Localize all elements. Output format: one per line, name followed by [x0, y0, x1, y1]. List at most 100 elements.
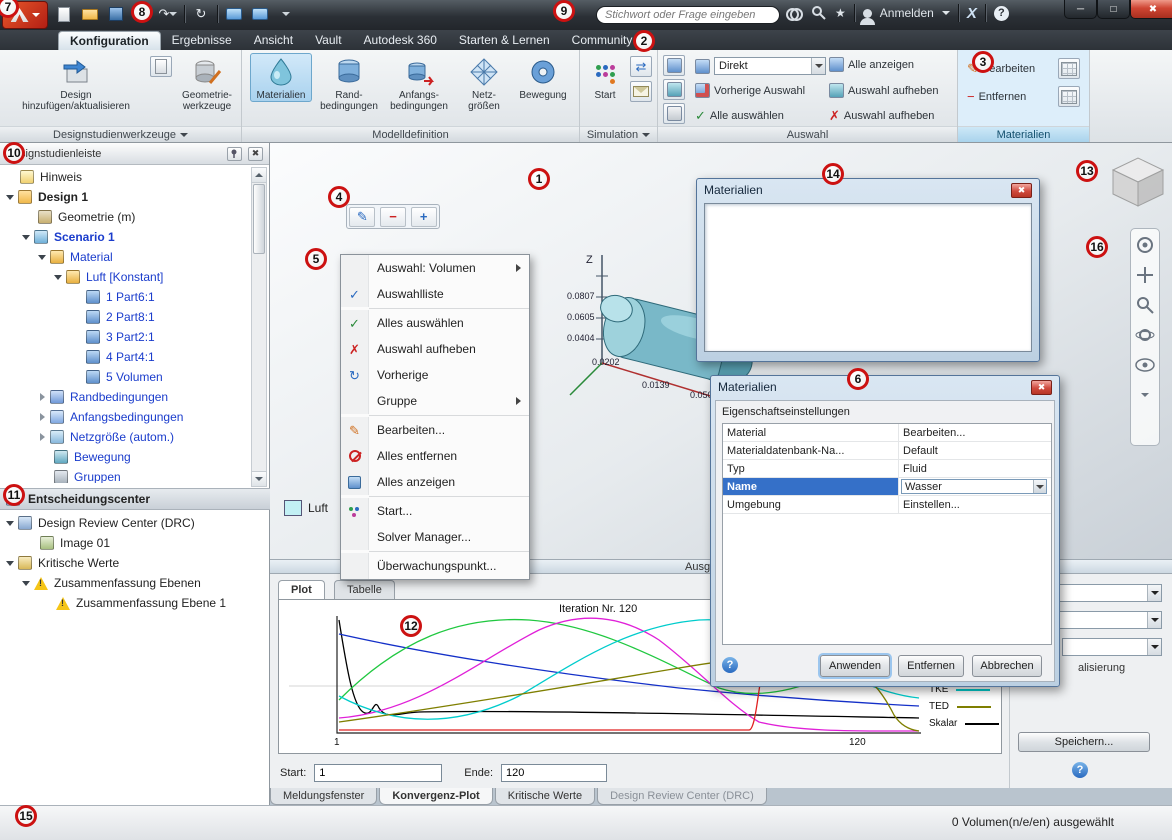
property-row-umgebung[interactable]: Umgebung Einstellen...: [723, 496, 1051, 514]
open-file-button[interactable]: [80, 4, 100, 24]
workspace-toggle-button[interactable]: [224, 4, 244, 24]
scrollbar-thumb[interactable]: [253, 184, 265, 254]
expander-open-icon[interactable]: [4, 191, 16, 203]
edit-design-button[interactable]: [150, 56, 172, 77]
group-label-modelldefinition[interactable]: Modelldefinition: [242, 126, 579, 142]
expander-open-icon[interactable]: [20, 577, 32, 589]
close-panel-button[interactable]: ✖: [248, 146, 263, 161]
solver-manager-button[interactable]: ⇄: [630, 56, 652, 77]
tab-vault[interactable]: Vault: [304, 31, 352, 50]
tree-item-scenario-1[interactable]: Scenario 1: [0, 227, 250, 247]
expander-open-icon[interactable]: [36, 251, 48, 263]
tree-item-netzgroesse[interactable]: Netzgröße (autom.): [0, 427, 250, 447]
tab-tabelle[interactable]: Tabelle: [334, 580, 395, 599]
tree-item-volumen[interactable]: 5 Volumen: [0, 367, 250, 387]
tree-item-anfangsbedingungen[interactable]: Anfangsbedingungen: [0, 407, 250, 427]
add-design-button[interactable]: Design hinzufügen/aktualisieren: [6, 53, 146, 113]
remove-button[interactable]: Entfernen: [898, 655, 964, 677]
tree-item-design-1[interactable]: Design 1: [0, 187, 250, 207]
combo-dropdown-button[interactable]: [811, 58, 825, 74]
zoom-search-icon[interactable]: [811, 5, 827, 21]
search-binoculars-icon[interactable]: [786, 8, 803, 21]
tab-konfiguration[interactable]: Konfiguration: [58, 31, 161, 50]
help-icon[interactable]: ?: [993, 5, 1009, 21]
menu-item-bearbeiten[interactable]: ✎ Bearbeiten...: [341, 417, 529, 443]
geometry-tools-button[interactable]: Geometrie-werkzeuge: [176, 53, 238, 113]
zoom-icon[interactable]: [1134, 293, 1156, 317]
combo-dropdown-button[interactable]: [1033, 480, 1046, 493]
show-all-button[interactable]: Alle anzeigen: [826, 55, 917, 74]
select-surface-mode-button[interactable]: [663, 79, 685, 100]
tab-starten-lernen[interactable]: Starten & Lernen: [448, 31, 561, 50]
dialog-titlebar[interactable]: Materialien ✖: [697, 179, 1039, 201]
expander-open-icon[interactable]: [4, 557, 16, 569]
property-row-name[interactable]: Name Wasser: [723, 478, 1051, 496]
expander-closed-icon[interactable]: [36, 411, 48, 423]
menu-item-gruppe[interactable]: Gruppe: [341, 388, 529, 414]
remove-material-table-button[interactable]: [1058, 86, 1080, 107]
boundary-conditions-button[interactable]: Rand-bedingungen: [316, 53, 382, 113]
pan-icon[interactable]: [1134, 263, 1156, 287]
selection-mode-combobox[interactable]: Direkt: [714, 57, 826, 75]
edit-selection-button[interactable]: ✎: [349, 206, 376, 227]
save-settings-button[interactable]: Speichern...: [1018, 732, 1150, 752]
cancel-button[interactable]: Abbrechen: [972, 655, 1042, 677]
end-input[interactable]: [501, 764, 608, 782]
pin-panel-button[interactable]: [227, 146, 242, 161]
clear-selection-2-button[interactable]: ✗ Auswahl aufheben: [826, 107, 937, 124]
materials-list-box[interactable]: [704, 203, 1032, 352]
search-input[interactable]: [605, 9, 771, 21]
sign-in-label[interactable]: Anmelden: [880, 6, 934, 20]
tab-meldungsfenster[interactable]: Meldungsfenster: [270, 788, 378, 805]
menu-item-vorherige[interactable]: ↻ Vorherige: [341, 362, 529, 388]
property-row-datenbank[interactable]: Materialdatenbank-Na... Default: [723, 442, 1051, 460]
tab-konvergenz-plot[interactable]: Konvergenz-Plot: [379, 788, 493, 805]
maximize-button[interactable]: □: [1097, 0, 1130, 19]
sign-in-caret-icon[interactable]: [941, 11, 950, 15]
remove-selection-button[interactable]: −: [379, 206, 406, 227]
tree-item-part6[interactable]: 1 Part6:1: [0, 287, 250, 307]
tree-item-part2[interactable]: 3 Part2:1: [0, 327, 250, 347]
display-toggle-button[interactable]: [250, 4, 270, 24]
scroll-up-arrow[interactable]: [252, 168, 266, 183]
toolbar-more-button[interactable]: [276, 4, 296, 24]
group-label-materialien[interactable]: Materialien: [958, 126, 1089, 142]
select-all-button[interactable]: ✓ Alle auswählen: [692, 107, 787, 124]
decision-center-header[interactable]: Entscheidungscenter: [0, 488, 270, 510]
redo-button[interactable]: ↷: [158, 4, 178, 24]
initial-conditions-button[interactable]: Anfangs-bedingungen: [386, 53, 452, 113]
orbit-icon[interactable]: [1134, 323, 1156, 347]
menu-item-start[interactable]: Start...: [341, 498, 529, 524]
new-file-button[interactable]: [54, 4, 74, 24]
property-row-material[interactable]: Material Bearbeiten...: [723, 424, 1051, 442]
menu-item-auswahl-aufheben[interactable]: ✗ Auswahl aufheben: [341, 336, 529, 362]
tab-kritische-werte[interactable]: Kritische Werte: [494, 788, 596, 805]
tree-item-part8[interactable]: 2 Part8:1: [0, 307, 250, 327]
tree-item-drc[interactable]: Design Review Center (DRC): [0, 513, 268, 533]
exchange-apps-icon[interactable]: X: [967, 5, 977, 22]
look-at-icon[interactable]: [1134, 353, 1156, 377]
motion-button[interactable]: Bewegung: [514, 53, 572, 102]
dialog-close-button[interactable]: ✖: [1031, 379, 1052, 395]
tree-item-part4[interactable]: 4 Part4:1: [0, 347, 250, 367]
settings-combobox-3[interactable]: [1062, 638, 1162, 656]
menu-item-auswahlliste[interactable]: ✓ Auswahlliste: [341, 281, 529, 307]
tree-scrollbar[interactable]: [251, 167, 267, 487]
tree-item-randbedingungen[interactable]: Randbedingungen: [0, 387, 250, 407]
tab-plot[interactable]: Plot: [278, 580, 325, 599]
materials-button[interactable]: Materialien: [250, 53, 312, 102]
expander-open-icon[interactable]: [20, 231, 32, 243]
dialog-titlebar[interactable]: Materialien ✖: [711, 376, 1059, 398]
name-combobox[interactable]: Wasser: [901, 479, 1047, 494]
expander-closed-icon[interactable]: [36, 391, 48, 403]
group-label-auswahl[interactable]: Auswahl: [658, 126, 957, 142]
expander-open-icon[interactable]: [52, 271, 64, 283]
tab-autodesk-360[interactable]: Autodesk 360: [353, 31, 448, 50]
tree-item-image-01[interactable]: Image 01: [0, 533, 268, 553]
tab-ergebnisse[interactable]: Ergebnisse: [161, 31, 243, 50]
group-label-simulation[interactable]: Simulation: [580, 126, 657, 142]
menu-item-solver-manager[interactable]: Solver Manager...: [341, 524, 529, 550]
minimize-button[interactable]: ─: [1064, 0, 1097, 19]
steering-wheel-icon[interactable]: [1134, 233, 1156, 257]
tree-item-gruppen[interactable]: Gruppen: [0, 467, 250, 483]
